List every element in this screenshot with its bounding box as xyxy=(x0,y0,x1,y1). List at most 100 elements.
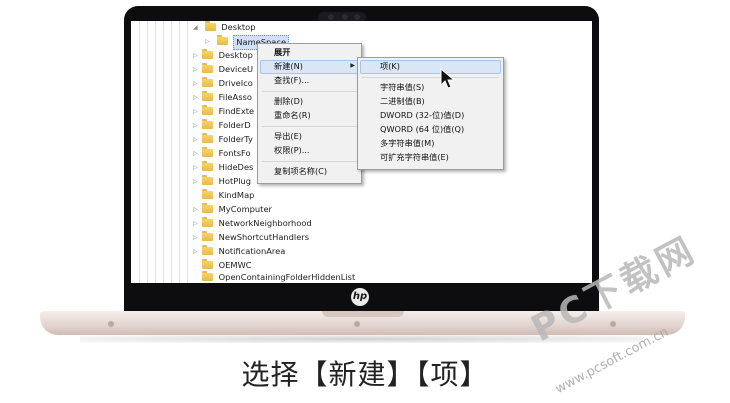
expand-arrow-icon[interactable]: ▷ xyxy=(193,77,200,90)
tree-node[interactable]: ▷ NotificationArea xyxy=(193,245,285,258)
expand-arrow-icon[interactable]: ▷ xyxy=(193,91,200,104)
menu-item-new-key[interactable]: 项(K) xyxy=(380,60,400,73)
folder-icon xyxy=(202,133,213,143)
tree-node[interactable]: ▷ FontsFo xyxy=(193,147,251,160)
folder-icon xyxy=(202,231,213,241)
menu-item-export[interactable]: 导出(E) xyxy=(274,130,302,143)
tree-node[interactable]: ▷ FindExte xyxy=(193,105,254,118)
tree-node-label: HideDes xyxy=(218,162,254,172)
folder-icon xyxy=(202,147,213,157)
folder-icon xyxy=(202,203,213,213)
folder-icon xyxy=(202,175,213,185)
tree-node[interactable]: ▷ DriveIco xyxy=(193,77,253,90)
folder-icon xyxy=(202,63,213,73)
folder-icon xyxy=(202,217,213,227)
menu-separator xyxy=(262,126,357,127)
expand-arrow-icon[interactable]: ▷ xyxy=(193,105,200,118)
menu-item-new[interactable]: 新建(N) xyxy=(274,60,303,73)
tree-node-label: FileAsso xyxy=(218,92,252,102)
tree-node[interactable]: ▷ FileAsso xyxy=(193,91,252,104)
tree-node[interactable]: ▷ FolderD xyxy=(193,119,251,132)
folder-icon xyxy=(202,105,213,115)
expand-arrow-icon[interactable]: ▷ xyxy=(205,35,212,48)
tree-node[interactable]: KindMap xyxy=(193,189,254,202)
tree-node-label: OpenContainingFolderHiddenList xyxy=(218,272,356,282)
tree-node-label: FolderD xyxy=(218,120,251,130)
folder-icon xyxy=(202,245,213,255)
new-submenu: 项(K) 字符串值(S) 二进制值(B) DWORD (32-位)值(D) QW… xyxy=(357,57,504,170)
expand-arrow-icon[interactable]: ▷ xyxy=(193,245,200,258)
tree-node-desktop-parent[interactable]: ◢ Desktop xyxy=(193,21,256,34)
expand-arrow-icon[interactable]: ▷ xyxy=(193,175,200,188)
tree-node-label: Desktop xyxy=(221,22,256,32)
tree-node-label: NotificationArea xyxy=(218,246,286,256)
menu-item-dword-value[interactable]: DWORD (32-位)值(D) xyxy=(380,109,464,122)
folder-icon xyxy=(202,119,213,129)
menu-separator xyxy=(262,161,357,162)
menu-item-permissions[interactable]: 权限(P)... xyxy=(274,144,310,157)
folder-icon xyxy=(202,77,213,87)
folder-icon xyxy=(202,49,213,59)
tree-node-label: NewShortcutHandlers xyxy=(218,232,310,242)
tree-guide-lines xyxy=(131,21,191,283)
context-menu: 展开 新建(N) ▶ 查找(F)... 删除(D) 重命名(R) 导出(E) 权… xyxy=(257,43,362,184)
mouse-cursor-icon xyxy=(440,68,456,89)
folder-icon xyxy=(202,271,213,281)
tree-node[interactable]: ▷ NetworkNeighborhood xyxy=(193,217,312,230)
laptop-foot xyxy=(108,321,114,327)
tree-node-label: DeviceU xyxy=(218,64,254,74)
laptop-foot xyxy=(354,321,360,327)
tree-node[interactable]: ▷ Desktop xyxy=(193,49,253,62)
collapse-arrow-icon[interactable]: ◢ xyxy=(193,21,200,34)
tree-node[interactable]: OpenContainingFolderHiddenList xyxy=(193,271,355,283)
chevron-right-icon: ▶ xyxy=(350,62,355,69)
menu-separator xyxy=(262,91,357,92)
menu-item-delete[interactable]: 删除(D) xyxy=(274,95,303,108)
laptop-foot xyxy=(610,321,616,327)
expand-arrow-icon[interactable]: ▷ xyxy=(193,49,200,62)
tree-node[interactable]: ▷ MyComputer xyxy=(193,203,272,216)
expand-arrow-icon[interactable]: ▷ xyxy=(193,161,200,174)
menu-item-qword-value[interactable]: QWORD (64 位)值(Q) xyxy=(380,123,464,136)
tree-node[interactable]: ▷ HideDes xyxy=(193,161,253,174)
tree-node-label: FindExte xyxy=(218,106,255,116)
tree-node[interactable]: ▷ DeviceU xyxy=(193,63,253,76)
menu-item-copy-key-name[interactable]: 复制项名称(C) xyxy=(274,165,327,178)
tree-node[interactable]: ▷ NewShortcutHandlers xyxy=(193,231,309,244)
tree-node-label: KindMap xyxy=(218,190,255,200)
tree-node[interactable]: ▷ HotPlug xyxy=(193,175,251,188)
menu-item-expand[interactable]: 展开 xyxy=(274,46,290,59)
folder-icon xyxy=(202,91,213,101)
folder-icon xyxy=(202,189,213,199)
folder-icon xyxy=(216,35,228,45)
hp-logo-icon: hp xyxy=(351,288,369,306)
menu-item-binary-value[interactable]: 二进制值(B) xyxy=(380,95,425,108)
tree-node[interactable]: ▷ FolderTy xyxy=(193,133,253,146)
expand-arrow-icon[interactable]: ▷ xyxy=(193,203,200,216)
menu-item-find[interactable]: 查找(F)... xyxy=(274,74,309,87)
tree-node-label: FontsFo xyxy=(218,148,251,158)
folder-icon xyxy=(202,259,213,269)
expand-arrow-icon[interactable]: ▷ xyxy=(193,217,200,230)
folder-icon xyxy=(204,21,216,31)
tree-node-label: DriveIco xyxy=(218,78,253,88)
tree-node-label: HotPlug xyxy=(218,176,252,186)
menu-item-multi-string-value[interactable]: 多字符串值(M) xyxy=(380,137,434,150)
menu-item-expandable-string-value[interactable]: 可扩充字符串值(E) xyxy=(380,151,449,164)
folder-icon xyxy=(202,161,213,171)
tree-node-label: NetworkNeighborhood xyxy=(218,218,312,228)
laptop-screen: ◢ Desktop ▷ NameSpace ▷ Desktop ▷ Device… xyxy=(131,21,592,283)
menu-item-rename[interactable]: 重命名(R) xyxy=(274,109,311,122)
expand-arrow-icon[interactable]: ▷ xyxy=(193,231,200,244)
expand-arrow-icon[interactable]: ▷ xyxy=(193,63,200,76)
expand-arrow-icon[interactable]: ▷ xyxy=(193,147,200,160)
menu-item-string-value[interactable]: 字符串值(S) xyxy=(380,81,424,94)
expand-arrow-icon[interactable]: ▷ xyxy=(193,119,200,132)
instruction-caption: 选择【新建】【项】 xyxy=(241,358,489,391)
menu-separator xyxy=(362,77,499,78)
tree-node-label: Desktop xyxy=(218,50,253,60)
tree-node-label: MyComputer xyxy=(218,204,272,214)
tree-node-label: FolderTy xyxy=(218,134,253,144)
hinge-notch xyxy=(322,311,404,317)
expand-arrow-icon[interactable]: ▷ xyxy=(193,133,200,146)
